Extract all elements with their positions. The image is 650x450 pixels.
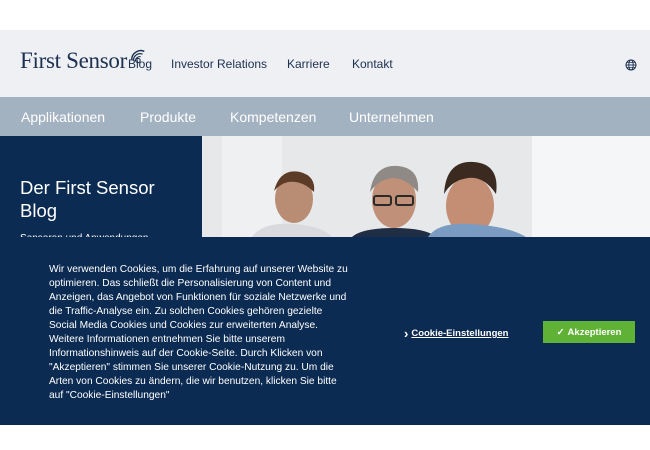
hero-photo-illustration xyxy=(202,136,650,237)
accept-cookies-label: Akzeptieren xyxy=(567,326,622,338)
chevron-right-icon: › xyxy=(404,326,409,341)
hero-image xyxy=(202,136,650,237)
top-nav-kontakt[interactable]: Kontakt xyxy=(352,57,393,71)
cookie-settings-link[interactable]: › Cookie-Einstellungen xyxy=(404,326,508,341)
hero-panel: Der First Sensor Blog Sensoren und Anwen… xyxy=(0,136,202,244)
top-nav-blog[interactable]: Blog xyxy=(128,57,152,71)
accept-cookies-button[interactable]: ✓ Akzeptieren xyxy=(543,321,635,343)
main-nav-kompetenzen[interactable]: Kompetenzen xyxy=(230,109,316,125)
brand-logo-text: First Sensor xyxy=(20,48,127,73)
cookie-settings-label: Cookie-Einstellungen xyxy=(411,328,509,339)
top-nav-investor-relations[interactable]: Investor Relations xyxy=(171,57,267,71)
main-navigation: Applikationen Produkte Kompetenzen Unter… xyxy=(0,97,650,136)
cookie-banner: Wir verwenden Cookies, um die Erfahrung … xyxy=(0,237,650,425)
main-nav-unternehmen[interactable]: Unternehmen xyxy=(349,109,434,125)
hero-title: Der First Sensor Blog xyxy=(20,177,155,221)
cookie-banner-text: Wir verwenden Cookies, um die Erfahrung … xyxy=(49,264,348,401)
check-icon: ✓ xyxy=(556,326,565,338)
globe-icon[interactable] xyxy=(625,59,637,71)
top-nav-karriere[interactable]: Karriere xyxy=(287,57,330,71)
main-nav-applikationen[interactable]: Applikationen xyxy=(21,109,105,125)
main-nav-produkte[interactable]: Produkte xyxy=(140,109,196,125)
top-header: First Sensor Blog Investor Relations Kar… xyxy=(0,30,650,97)
